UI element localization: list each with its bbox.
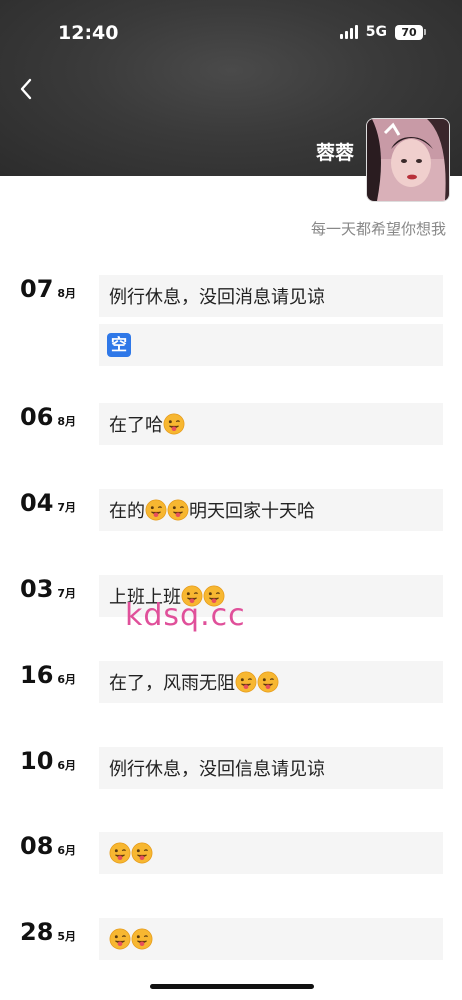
post-content[interactable]: 在了，风雨无阻 — [99, 661, 443, 703]
watermark: kdsq.cc — [125, 598, 246, 633]
post-content[interactable] — [99, 918, 443, 960]
winking-tongue-emoji-icon — [109, 928, 131, 950]
post-text: 例行休息，没回消息请见谅 — [109, 287, 325, 308]
post-date: 10 6月 — [20, 747, 76, 775]
winking-tongue-emoji-icon — [167, 499, 189, 521]
winking-tongue-emoji-icon — [109, 842, 131, 864]
post-text: 在的 — [109, 501, 145, 522]
back-button[interactable] — [14, 74, 40, 104]
home-indicator[interactable] — [150, 984, 314, 989]
post-content[interactable]: 例行休息，没回消息请见谅 — [99, 275, 443, 317]
post-day: 06 — [20, 403, 54, 431]
post-day: 16 — [20, 661, 54, 689]
post-date: 06 8月 — [20, 403, 76, 431]
post-date: 16 6月 — [20, 661, 76, 689]
post-content[interactable]: 在了哈 — [99, 403, 443, 445]
post-date: 07 8月 — [20, 275, 76, 303]
post-month: 8月 — [57, 287, 77, 300]
avatar-image — [367, 119, 449, 201]
post-month: 6月 — [57, 759, 77, 772]
winking-tongue-emoji-icon — [257, 671, 279, 693]
post-day: 03 — [20, 575, 54, 603]
avatar[interactable] — [366, 118, 450, 202]
post-month: 5月 — [57, 930, 77, 943]
winking-tongue-emoji-icon — [235, 671, 257, 693]
post-content[interactable] — [99, 832, 443, 874]
post-month: 8月 — [57, 415, 77, 428]
winking-tongue-emoji-icon — [163, 413, 185, 435]
status-indicators: 5G 70 — [339, 24, 426, 40]
post-day: 08 — [20, 832, 54, 860]
post-date: 28 5月 — [20, 918, 76, 946]
post-day: 10 — [20, 747, 54, 775]
status-time: 12:40 — [58, 22, 119, 44]
post-text: 在了哈 — [109, 415, 163, 436]
post-content[interactable]: 例行休息，没回信息请见谅 — [99, 747, 443, 789]
post-month: 6月 — [57, 673, 77, 686]
post-text: 例行休息，没回信息请见谅 — [109, 759, 325, 780]
post-text: 在了，风雨无阻 — [109, 673, 235, 694]
post-date: 03 7月 — [20, 575, 76, 603]
post-text: 明天回家十天哈 — [189, 501, 315, 522]
battery-level: 70 — [395, 24, 423, 40]
post-day: 04 — [20, 489, 54, 517]
empty-symbol-icon: 空 — [107, 333, 131, 357]
post-day: 28 — [20, 918, 54, 946]
post-content[interactable]: 在的 明天回家十天哈 — [99, 489, 443, 531]
profile-nickname: 蓉蓉 — [315, 142, 354, 164]
chevron-left-icon — [20, 78, 32, 100]
winking-tongue-emoji-icon — [131, 928, 153, 950]
profile-signature: 每一天都希望你想我 — [310, 220, 446, 238]
post-date: 08 6月 — [20, 832, 76, 860]
signal-icon — [339, 25, 358, 39]
battery-icon: 70 — [395, 24, 426, 40]
post-month: 7月 — [57, 501, 77, 514]
post-date: 04 7月 — [20, 489, 76, 517]
post-content[interactable]: 空 — [99, 324, 443, 366]
post-month: 7月 — [57, 587, 77, 600]
network-type: 5G — [365, 24, 387, 40]
winking-tongue-emoji-icon — [145, 499, 167, 521]
winking-tongue-emoji-icon — [131, 842, 153, 864]
post-month: 6月 — [57, 844, 77, 857]
post-day: 07 — [20, 275, 54, 303]
